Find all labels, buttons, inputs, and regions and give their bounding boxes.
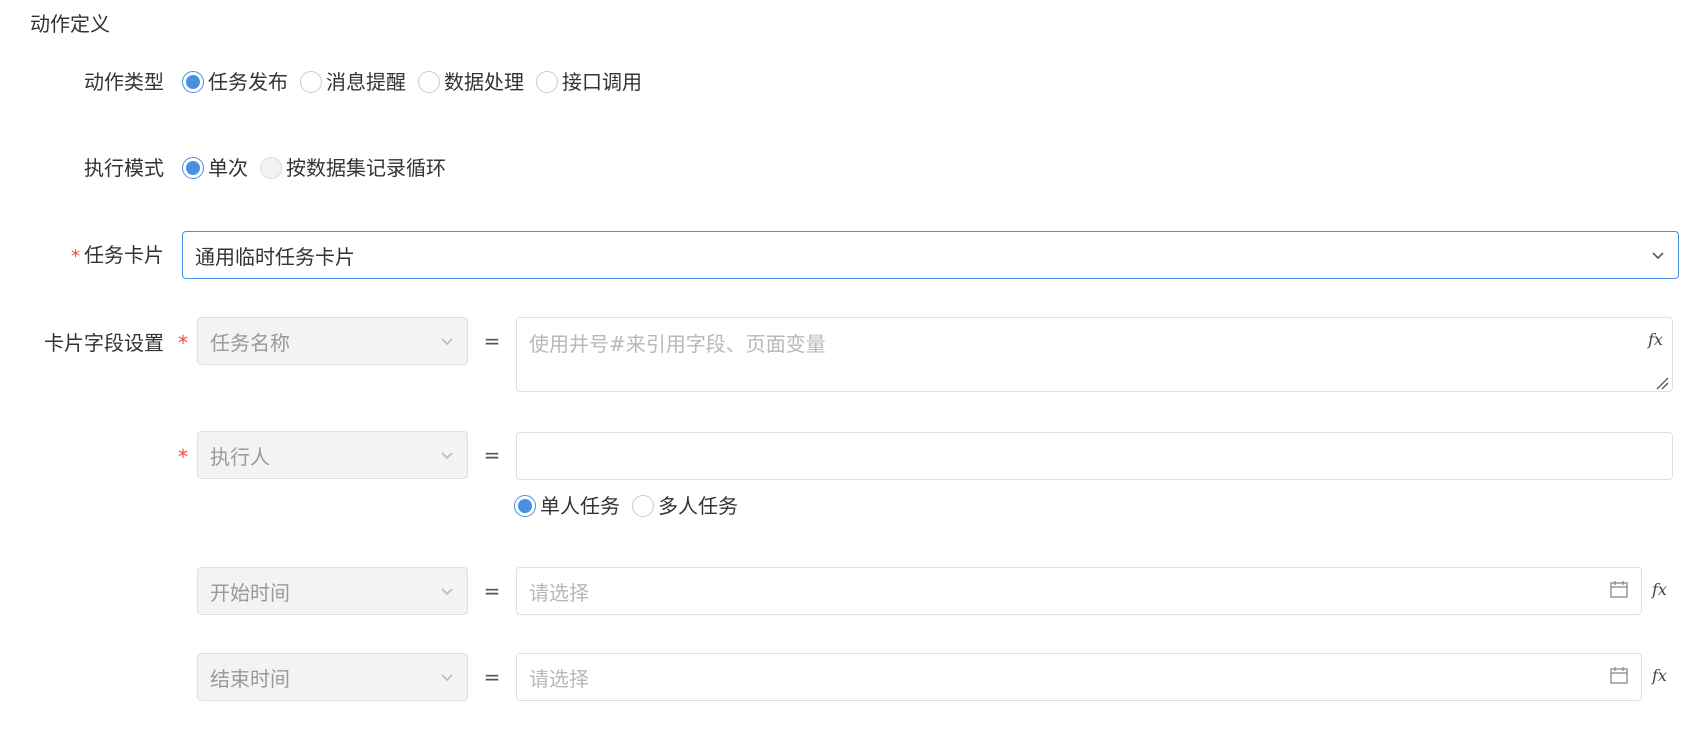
- field-select-start-time[interactable]: 开始时间: [197, 567, 468, 615]
- radio-single-person-task[interactable]: 单人任务: [514, 492, 620, 520]
- assign-radio-group: 单人任务 多人任务: [514, 492, 750, 520]
- section-title: 动作定义: [30, 12, 110, 36]
- radio-unchecked-icon: [536, 71, 558, 93]
- radio-data-processing[interactable]: 数据处理: [418, 68, 524, 96]
- radio-label: 单人任务: [540, 494, 620, 518]
- chevron-down-icon: [439, 333, 455, 349]
- radio-checked-icon: [182, 157, 204, 179]
- field-select-end-time[interactable]: 结束时间: [197, 653, 468, 701]
- equals-sign: =: [483, 665, 501, 689]
- required-mark: *: [178, 331, 188, 355]
- exec-mode-label: 执行模式: [84, 156, 164, 180]
- task-card-select[interactable]: 通用临时任务卡片: [182, 231, 1679, 279]
- radio-unchecked-icon: [632, 495, 654, 517]
- radio-label: 单次: [208, 156, 248, 180]
- field-select-value: 任务名称: [210, 330, 290, 355]
- field-select-value: 结束时间: [210, 666, 290, 691]
- radio-label: 数据处理: [444, 70, 524, 94]
- calendar-icon: [1609, 579, 1629, 604]
- radio-task-publish[interactable]: 任务发布: [182, 68, 288, 96]
- fx-icon[interactable]: fx: [1648, 330, 1663, 349]
- radio-checked-icon: [514, 495, 536, 517]
- field-select-executor[interactable]: 执行人: [197, 431, 468, 479]
- field-select-task-name[interactable]: 任务名称: [197, 317, 468, 365]
- radio-single[interactable]: 单次: [182, 154, 248, 182]
- chevron-down-icon: [439, 447, 455, 463]
- textarea-placeholder: 使用井号#来引用字段、页面变量: [529, 332, 826, 356]
- action-type-radio-group: 任务发布 消息提醒 数据处理 接口调用: [182, 68, 654, 96]
- task-card-label-text: 任务卡片: [84, 243, 164, 267]
- field-select-value: 开始时间: [210, 580, 290, 605]
- executor-input[interactable]: [516, 432, 1673, 480]
- fx-icon[interactable]: fx: [1652, 580, 1667, 599]
- calendar-icon: [1609, 665, 1629, 690]
- task-name-textarea[interactable]: 使用井号#来引用字段、页面变量: [516, 317, 1673, 392]
- radio-checked-icon: [182, 71, 204, 93]
- radio-label: 消息提醒: [326, 70, 406, 94]
- task-card-label: * 任务卡片: [24, 241, 164, 271]
- card-field-settings-label: 卡片字段设置: [44, 331, 164, 355]
- chevron-down-icon: [439, 669, 455, 685]
- equals-sign: =: [483, 579, 501, 603]
- radio-dataset-loop[interactable]: 按数据集记录循环: [260, 154, 446, 182]
- chevron-down-icon: [439, 583, 455, 599]
- radio-multi-person-task[interactable]: 多人任务: [632, 492, 738, 520]
- field-select-value: 执行人: [210, 444, 270, 469]
- radio-label: 按数据集记录循环: [286, 156, 446, 180]
- end-time-picker[interactable]: 请选择: [516, 653, 1642, 701]
- radio-unchecked-icon: [300, 71, 322, 93]
- exec-mode-radio-group: 单次 按数据集记录循环: [182, 154, 458, 182]
- radio-disabled-icon: [260, 157, 282, 179]
- equals-sign: =: [483, 443, 501, 467]
- required-mark: *: [71, 246, 80, 267]
- action-type-label: 动作类型: [84, 70, 164, 94]
- required-mark: *: [178, 445, 188, 469]
- radio-label: 多人任务: [658, 494, 738, 518]
- radio-unchecked-icon: [418, 71, 440, 93]
- fx-icon[interactable]: fx: [1652, 666, 1667, 685]
- resize-handle-icon[interactable]: [1655, 375, 1669, 394]
- radio-label: 任务发布: [208, 70, 288, 94]
- chevron-down-icon: [1650, 247, 1666, 263]
- radio-api-call[interactable]: 接口调用: [536, 68, 642, 96]
- radio-label: 接口调用: [562, 70, 642, 94]
- radio-message-reminder[interactable]: 消息提醒: [300, 68, 406, 96]
- start-time-picker[interactable]: 请选择: [516, 567, 1642, 615]
- date-placeholder: 请选择: [529, 666, 589, 691]
- task-card-select-value: 通用临时任务卡片: [195, 244, 355, 269]
- equals-sign: =: [483, 329, 501, 353]
- date-placeholder: 请选择: [529, 580, 589, 605]
